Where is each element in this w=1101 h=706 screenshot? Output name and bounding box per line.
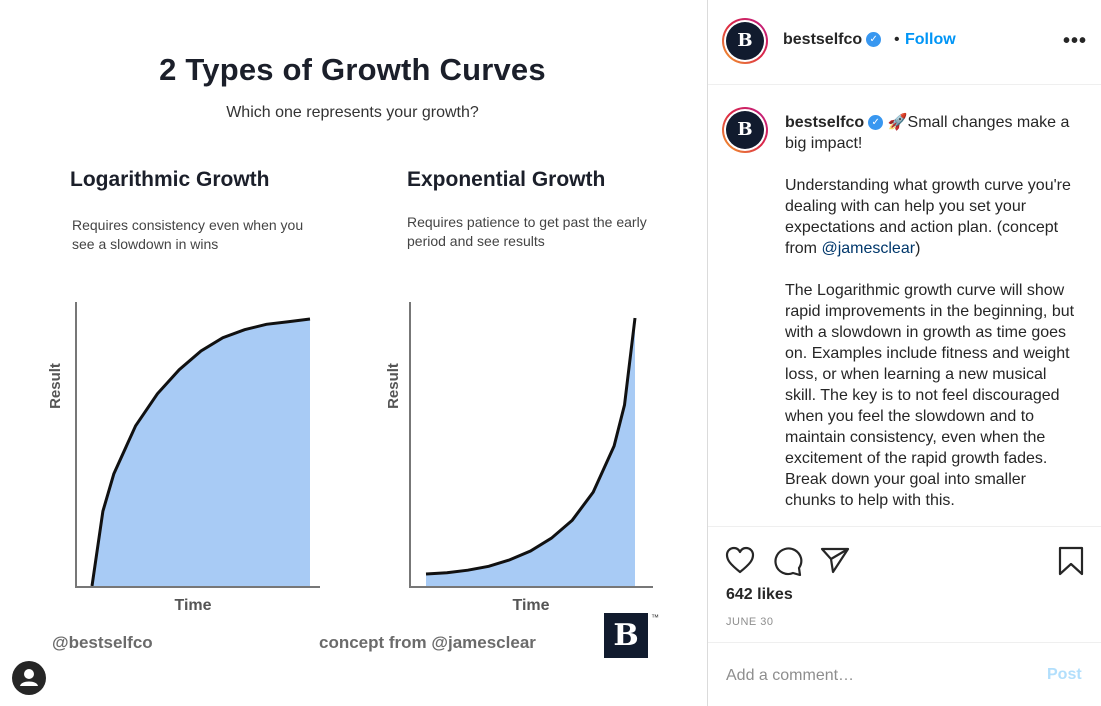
log-chart-y-label: Result (47, 363, 64, 409)
comment-bar: Post (708, 644, 1101, 706)
likes-count[interactable]: 642 likes (726, 586, 793, 604)
growth-charts: Time Result Time Result (47, 302, 653, 614)
rocket-icon: 🚀 (887, 114, 908, 131)
comment-icon[interactable] (773, 546, 803, 576)
share-icon[interactable] (820, 546, 850, 574)
more-options-icon[interactable]: ••• (1063, 30, 1087, 53)
tagged-user-button[interactable] (12, 661, 46, 695)
comments-area[interactable]: B bestselfco ✓ 🚀Small changes make a big … (708, 86, 1101, 527)
bestself-logo: B (604, 613, 648, 658)
caption-username[interactable]: bestselfco (785, 114, 864, 131)
footer-handle: @bestselfco (52, 633, 153, 652)
heart-icon[interactable] (725, 546, 755, 574)
log-chart: Time Result (47, 302, 320, 614)
verified-icon: ✓ (868, 115, 884, 131)
mention-link[interactable]: @jamesclear (821, 240, 915, 257)
user-icon (20, 669, 38, 686)
post-date: JUNE 30 (726, 616, 774, 628)
exp-chart-x-label: Time (512, 597, 549, 614)
post-comment-button[interactable]: Post (1047, 666, 1082, 684)
caption-avatar[interactable]: B (722, 107, 768, 153)
post-header: B bestselfco ✓ • Follow ••• (708, 0, 1101, 85)
separator-dot: • (894, 31, 900, 48)
caption: bestselfco ✓ 🚀Small changes make a big im… (785, 114, 1075, 509)
exp-chart-y-label: Result (385, 363, 402, 409)
caption-paragraph-2: The Logarithmic growth curve will show r… (785, 282, 1075, 509)
post-actions: 642 likes JUNE 30 (708, 528, 1101, 643)
verified-icon: ✓ (866, 32, 882, 48)
bookmark-icon[interactable] (1057, 546, 1085, 576)
footer-concept: concept from @jamesclear (319, 633, 536, 652)
comment-input[interactable] (726, 664, 1026, 688)
trademark-mark: ™ (651, 613, 659, 622)
header-avatar[interactable]: B (722, 18, 768, 64)
exp-chart: Time Result (385, 302, 653, 614)
header-username[interactable]: bestselfco ✓ (783, 31, 882, 49)
log-chart-x-label: Time (174, 597, 211, 614)
post-image[interactable]: 2 Types of Growth Curves Which one repre… (0, 0, 707, 706)
follow-button[interactable]: Follow (905, 31, 956, 49)
exp-chart-area (426, 318, 635, 586)
